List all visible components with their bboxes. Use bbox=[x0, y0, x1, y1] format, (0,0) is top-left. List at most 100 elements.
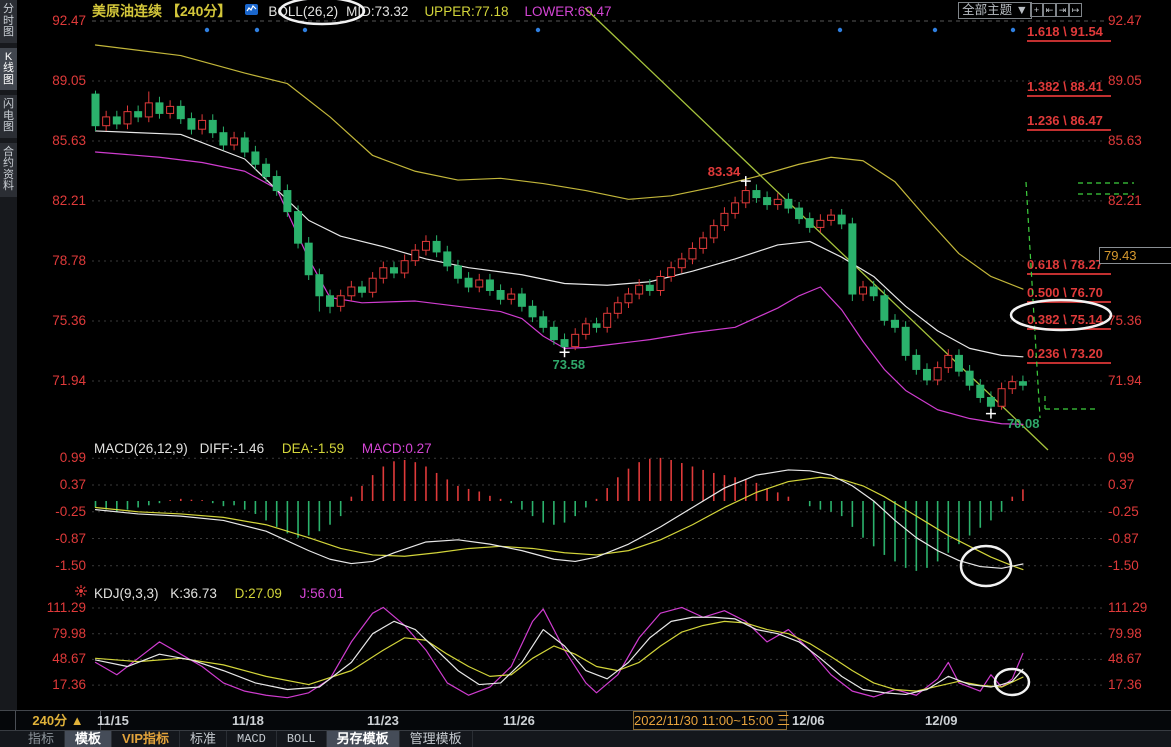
macd-axis-label: 0.37 bbox=[20, 477, 86, 492]
candle-body bbox=[753, 191, 760, 198]
candle-body bbox=[945, 355, 952, 367]
macd-axis-label: 0.99 bbox=[20, 450, 86, 465]
indicator-settings-icon[interactable] bbox=[74, 584, 88, 603]
sidebar: 分时图 K线图闪电图合约资料 bbox=[0, 0, 17, 747]
time-axis-tick: 11/26 bbox=[503, 713, 535, 728]
zoom-in-icon[interactable]: ⇥ bbox=[1056, 3, 1069, 17]
theme-dropdown-button[interactable]: 全部主题 ▼ bbox=[958, 2, 1032, 19]
event-dot bbox=[838, 28, 842, 32]
candle-body bbox=[252, 152, 259, 164]
triangle-up-icon: ▲ bbox=[71, 713, 84, 728]
bottom-tab-指标[interactable]: 指标 bbox=[18, 731, 65, 747]
candle-body bbox=[838, 215, 845, 224]
candle-body bbox=[92, 94, 99, 126]
sidebar-tab-3[interactable]: 闪电图 bbox=[0, 95, 17, 138]
event-dot bbox=[255, 28, 259, 32]
candle-body bbox=[401, 261, 408, 273]
period-selector[interactable]: 240分 ▲ bbox=[15, 711, 101, 730]
symbol-name: 美原油连续 bbox=[92, 1, 162, 21]
candle-body bbox=[529, 306, 536, 317]
bottom-tab-另存模板[interactable]: 另存模板 bbox=[327, 731, 400, 747]
candle-body bbox=[636, 285, 643, 294]
period-label: 【240分】 bbox=[166, 1, 231, 21]
bottom-tab-管理模板[interactable]: 管理模板 bbox=[400, 731, 473, 747]
candle-body bbox=[860, 287, 867, 294]
swing-price-label: 73.58 bbox=[553, 357, 586, 372]
candle-body bbox=[465, 278, 472, 287]
candle-body bbox=[486, 280, 493, 291]
sidebar-tab-label: 分时图 bbox=[3, 4, 15, 39]
candle-body bbox=[721, 213, 728, 225]
candle-body bbox=[231, 138, 238, 145]
kdj-axis-label: 48.67 bbox=[20, 651, 86, 666]
candle-body bbox=[550, 327, 557, 339]
fib-level-label: 1.618 \ 91.54 bbox=[1027, 24, 1111, 42]
price-axis-label: 89.05 bbox=[20, 73, 86, 88]
price-axis-label: 85.63 bbox=[1108, 133, 1171, 148]
time-axis: 240分 ▲ 11/1511/1811/2311/2612/0612/09 20… bbox=[0, 710, 1171, 731]
kdj-d-value: D:27.09 bbox=[235, 586, 282, 601]
kdj-axis-label: 17.36 bbox=[20, 677, 86, 692]
candle-body bbox=[774, 199, 781, 204]
boll-lower-value: LOWER:69.47 bbox=[524, 4, 611, 19]
swing-price-label: 70.08 bbox=[1007, 416, 1040, 431]
macd-axis-label: -1.50 bbox=[20, 558, 86, 573]
bottom-tab-模板[interactable]: 模板 bbox=[65, 731, 112, 747]
sidebar-tab-1[interactable]: 分时图 bbox=[0, 0, 17, 43]
candle-body bbox=[241, 138, 248, 152]
candle-body bbox=[263, 164, 270, 176]
time-axis-tick: 12/06 bbox=[792, 713, 825, 728]
bottom-tab-BOLL[interactable]: BOLL bbox=[277, 731, 327, 747]
bottom-tab-bar: 指标模板VIP指标标准MACDBOLL另存模板管理模板 bbox=[0, 730, 1171, 747]
macd-dea-value: DEA:-1.59 bbox=[282, 441, 344, 456]
candle-body bbox=[348, 287, 355, 296]
event-dot bbox=[933, 28, 937, 32]
sidebar-tab-2[interactable]: K线图 bbox=[0, 48, 17, 91]
chart-type-icon[interactable] bbox=[245, 3, 258, 19]
candle-body bbox=[177, 106, 184, 118]
candle-body bbox=[966, 371, 973, 385]
candle-body bbox=[998, 389, 1005, 407]
candle-body bbox=[572, 334, 579, 346]
sidebar-tab-label: K线图 bbox=[3, 52, 15, 87]
price-axis-label: 71.94 bbox=[20, 373, 86, 388]
macd-axis-label: -1.50 bbox=[1108, 558, 1171, 573]
candle-body bbox=[870, 287, 877, 296]
bottom-tab-VIP指标[interactable]: VIP指标 bbox=[112, 731, 180, 747]
candle-body bbox=[849, 224, 856, 294]
bottom-tab-MACD[interactable]: MACD bbox=[227, 731, 277, 747]
macd-axis-label: -0.87 bbox=[20, 531, 86, 546]
candle-body bbox=[902, 327, 909, 355]
macd-dea-line bbox=[96, 477, 1023, 569]
kdj-axis-label: 48.67 bbox=[1108, 651, 1171, 666]
macd-axis-label: -0.87 bbox=[1108, 531, 1171, 546]
crosshair-icon[interactable]: + bbox=[1030, 3, 1043, 17]
bottom-tab-标准[interactable]: 标准 bbox=[180, 731, 227, 747]
candle-body bbox=[646, 285, 653, 290]
kdj-indicator-row: KDJ(9,3,3) K:36.73 D:27.09 J:56.01 bbox=[94, 586, 344, 601]
candle-body bbox=[923, 369, 930, 380]
boll-mid-line bbox=[96, 131, 1023, 357]
candle-body bbox=[188, 119, 195, 130]
candle-body bbox=[156, 103, 163, 114]
candle-body bbox=[433, 241, 440, 252]
candle-body bbox=[199, 120, 206, 129]
time-axis-tick: 11/18 bbox=[232, 713, 264, 728]
candle-body bbox=[497, 291, 504, 300]
candle-body bbox=[913, 355, 920, 369]
zoom-out-icon[interactable]: ⇤ bbox=[1043, 3, 1056, 17]
sidebar-tab-4[interactable]: 合约资料 bbox=[0, 143, 17, 197]
candle-body bbox=[305, 243, 312, 275]
boll-upper-value: UPPER:77.18 bbox=[424, 4, 508, 19]
chart-canvas[interactable] bbox=[0, 0, 1171, 710]
candle-body bbox=[444, 252, 451, 266]
fib-level-label: 0.236 \ 73.20 bbox=[1027, 346, 1111, 364]
candle-body bbox=[412, 250, 419, 261]
candle-body bbox=[582, 324, 589, 335]
kdj-axis-label: 79.98 bbox=[1108, 626, 1171, 641]
highlight-circle-annotation bbox=[995, 669, 1029, 695]
pan-right-icon[interactable]: ↦ bbox=[1069, 3, 1082, 17]
kdj-axis-label: 111.29 bbox=[1108, 600, 1171, 615]
theme-dropdown-label: 全部主题 bbox=[962, 3, 1012, 17]
candle-body bbox=[209, 120, 216, 132]
